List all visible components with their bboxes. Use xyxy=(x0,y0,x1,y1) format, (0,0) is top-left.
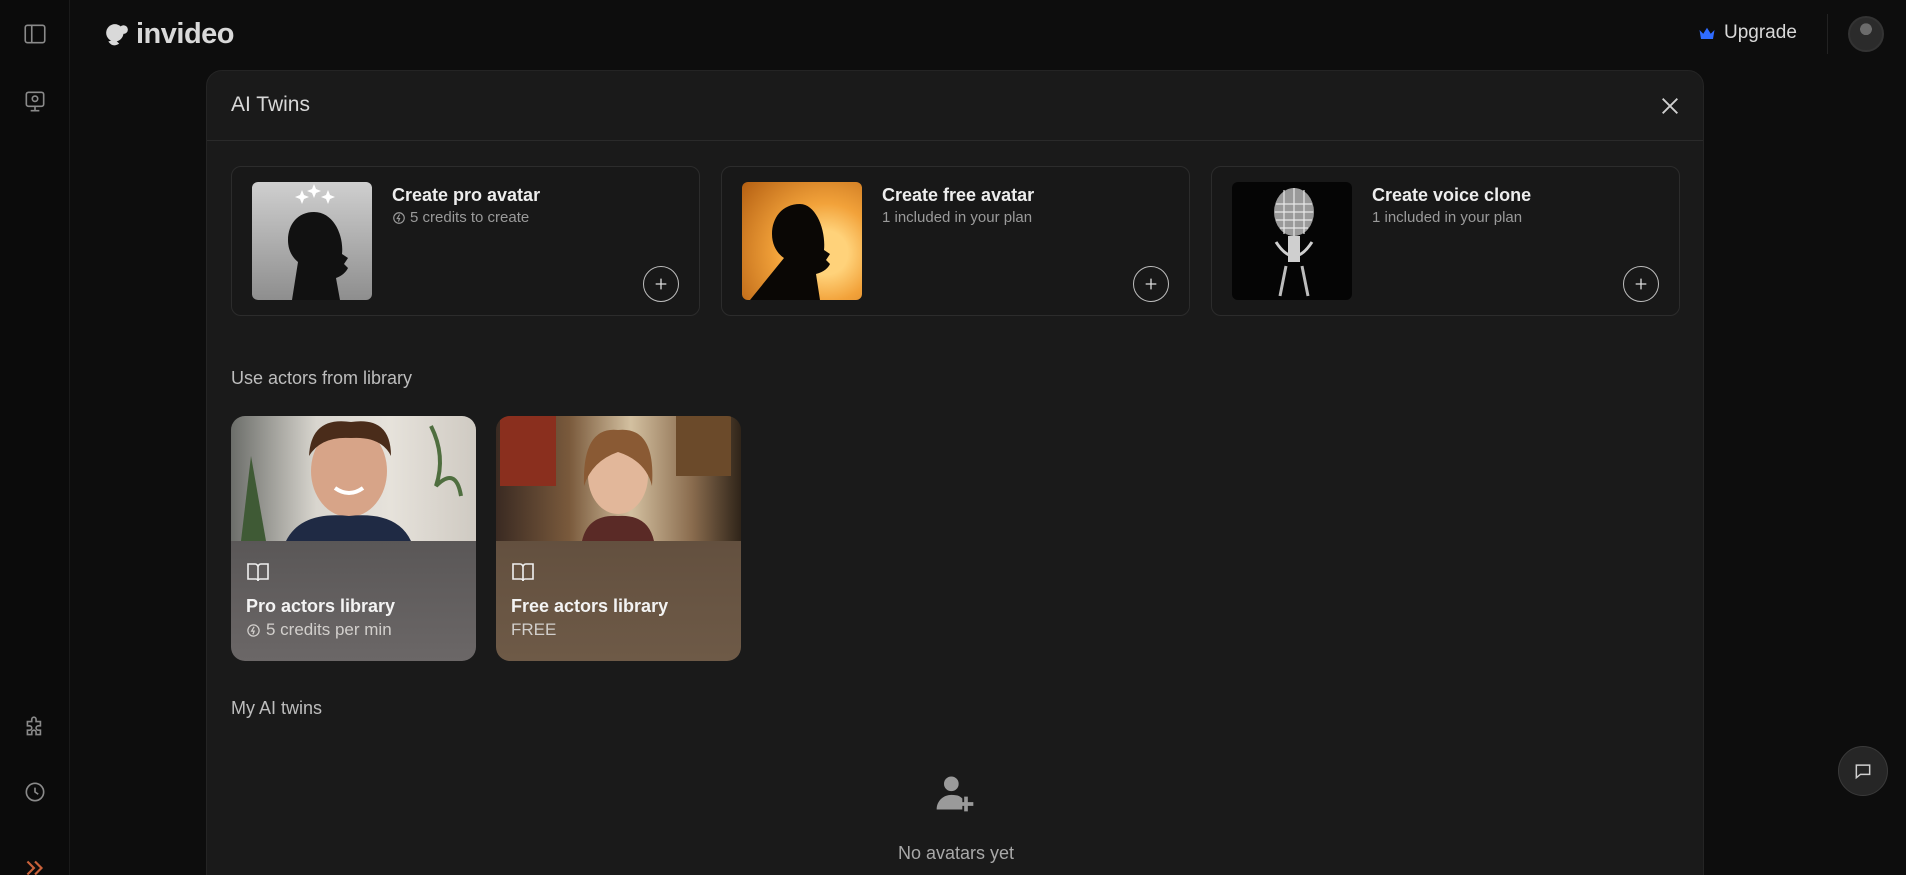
create-pro-avatar-card[interactable]: Create pro avatar 5 credits to create xyxy=(231,166,700,316)
free-actors-library-subtitle: FREE xyxy=(511,620,557,639)
library-section-label: Use actors from library xyxy=(231,368,413,388)
invideo-logo-icon xyxy=(106,23,128,45)
create-pro-avatar-subtitle: 5 credits to create xyxy=(392,209,529,226)
book-icon xyxy=(512,563,534,582)
create-pro-avatar-button[interactable] xyxy=(643,266,679,302)
create-voice-clone-subtitle: 1 included in your plan xyxy=(1372,209,1523,226)
create-free-avatar-button[interactable] xyxy=(1133,266,1169,302)
ai-twins-modal: AI Twins Create pro avatar 5 credits to … xyxy=(206,70,1704,875)
create-cards: Create pro avatar 5 credits to create Cr… xyxy=(231,166,1680,316)
my-twins-section-label: My AI twins xyxy=(231,698,323,718)
plus-icon xyxy=(1635,278,1647,290)
free-actor-photo xyxy=(496,416,741,541)
book-icon xyxy=(247,563,269,582)
create-free-avatar-subtitle: 1 included in your plan xyxy=(882,209,1033,226)
top-divider xyxy=(1827,14,1828,54)
close-icon xyxy=(1662,98,1678,114)
free-actors-info: Free actors library FREE xyxy=(496,541,741,661)
ai-twins-nav-icon[interactable] xyxy=(19,86,51,118)
library-cards: Pro actors library 5 credits per min Fre… xyxy=(231,416,741,661)
chat-icon xyxy=(1855,764,1871,780)
pro-actors-info: Pro actors library 5 credits per min xyxy=(231,541,476,661)
plus-icon xyxy=(1145,278,1157,290)
free-actors-library-title: Free actors library xyxy=(511,596,669,616)
pro-actors-library-title: Pro actors library xyxy=(246,596,396,616)
sidebar xyxy=(0,0,70,875)
pro-actors-library-card[interactable]: Pro actors library 5 credits per min xyxy=(231,416,476,661)
modal-header: AI Twins xyxy=(207,71,1703,141)
create-voice-clone-title: Create voice clone xyxy=(1372,185,1532,205)
credits-icon xyxy=(393,211,405,224)
create-free-avatar-title: Create free avatar xyxy=(882,185,1035,205)
brand-logo[interactable]: invideo xyxy=(104,18,235,51)
create-pro-avatar-title: Create pro avatar xyxy=(392,185,541,205)
create-voice-clone-card[interactable]: Create voice clone 1 included in your pl… xyxy=(1211,166,1680,316)
brand-name: invideo xyxy=(136,18,235,50)
upgrade-button[interactable]: Upgrade xyxy=(1698,22,1797,44)
close-button[interactable] xyxy=(1657,93,1683,119)
upgrade-label: Upgrade xyxy=(1724,22,1797,43)
free-actors-library-card[interactable]: Free actors library FREE xyxy=(496,416,741,661)
modal-title: AI Twins xyxy=(231,93,310,116)
create-voice-clone-button[interactable] xyxy=(1623,266,1659,302)
plus-icon xyxy=(655,278,667,290)
crown-icon xyxy=(1699,27,1715,39)
expand-icon[interactable] xyxy=(19,852,51,875)
voice-clone-thumbnail xyxy=(1232,182,1352,300)
pro-actors-library-subtitle-text: 5 credits per min xyxy=(266,620,392,639)
chat-support-button[interactable] xyxy=(1838,746,1888,796)
add-user-icon xyxy=(933,771,977,820)
pro-actors-library-subtitle: 5 credits per min xyxy=(246,620,392,640)
empty-state-text: No avatars yet xyxy=(897,843,1015,863)
sidebar-toggle-icon[interactable] xyxy=(19,18,51,50)
history-icon[interactable] xyxy=(19,776,51,808)
pro-avatar-thumbnail xyxy=(252,182,372,300)
user-avatar[interactable] xyxy=(1848,16,1884,52)
pro-actor-photo xyxy=(231,416,476,541)
free-avatar-thumbnail xyxy=(742,182,862,300)
credits-icon xyxy=(247,623,260,637)
create-pro-avatar-subtitle-text: 5 credits to create xyxy=(410,209,530,226)
create-free-avatar-card[interactable]: Create free avatar 1 included in your pl… xyxy=(721,166,1190,316)
puzzle-icon[interactable] xyxy=(19,712,51,744)
